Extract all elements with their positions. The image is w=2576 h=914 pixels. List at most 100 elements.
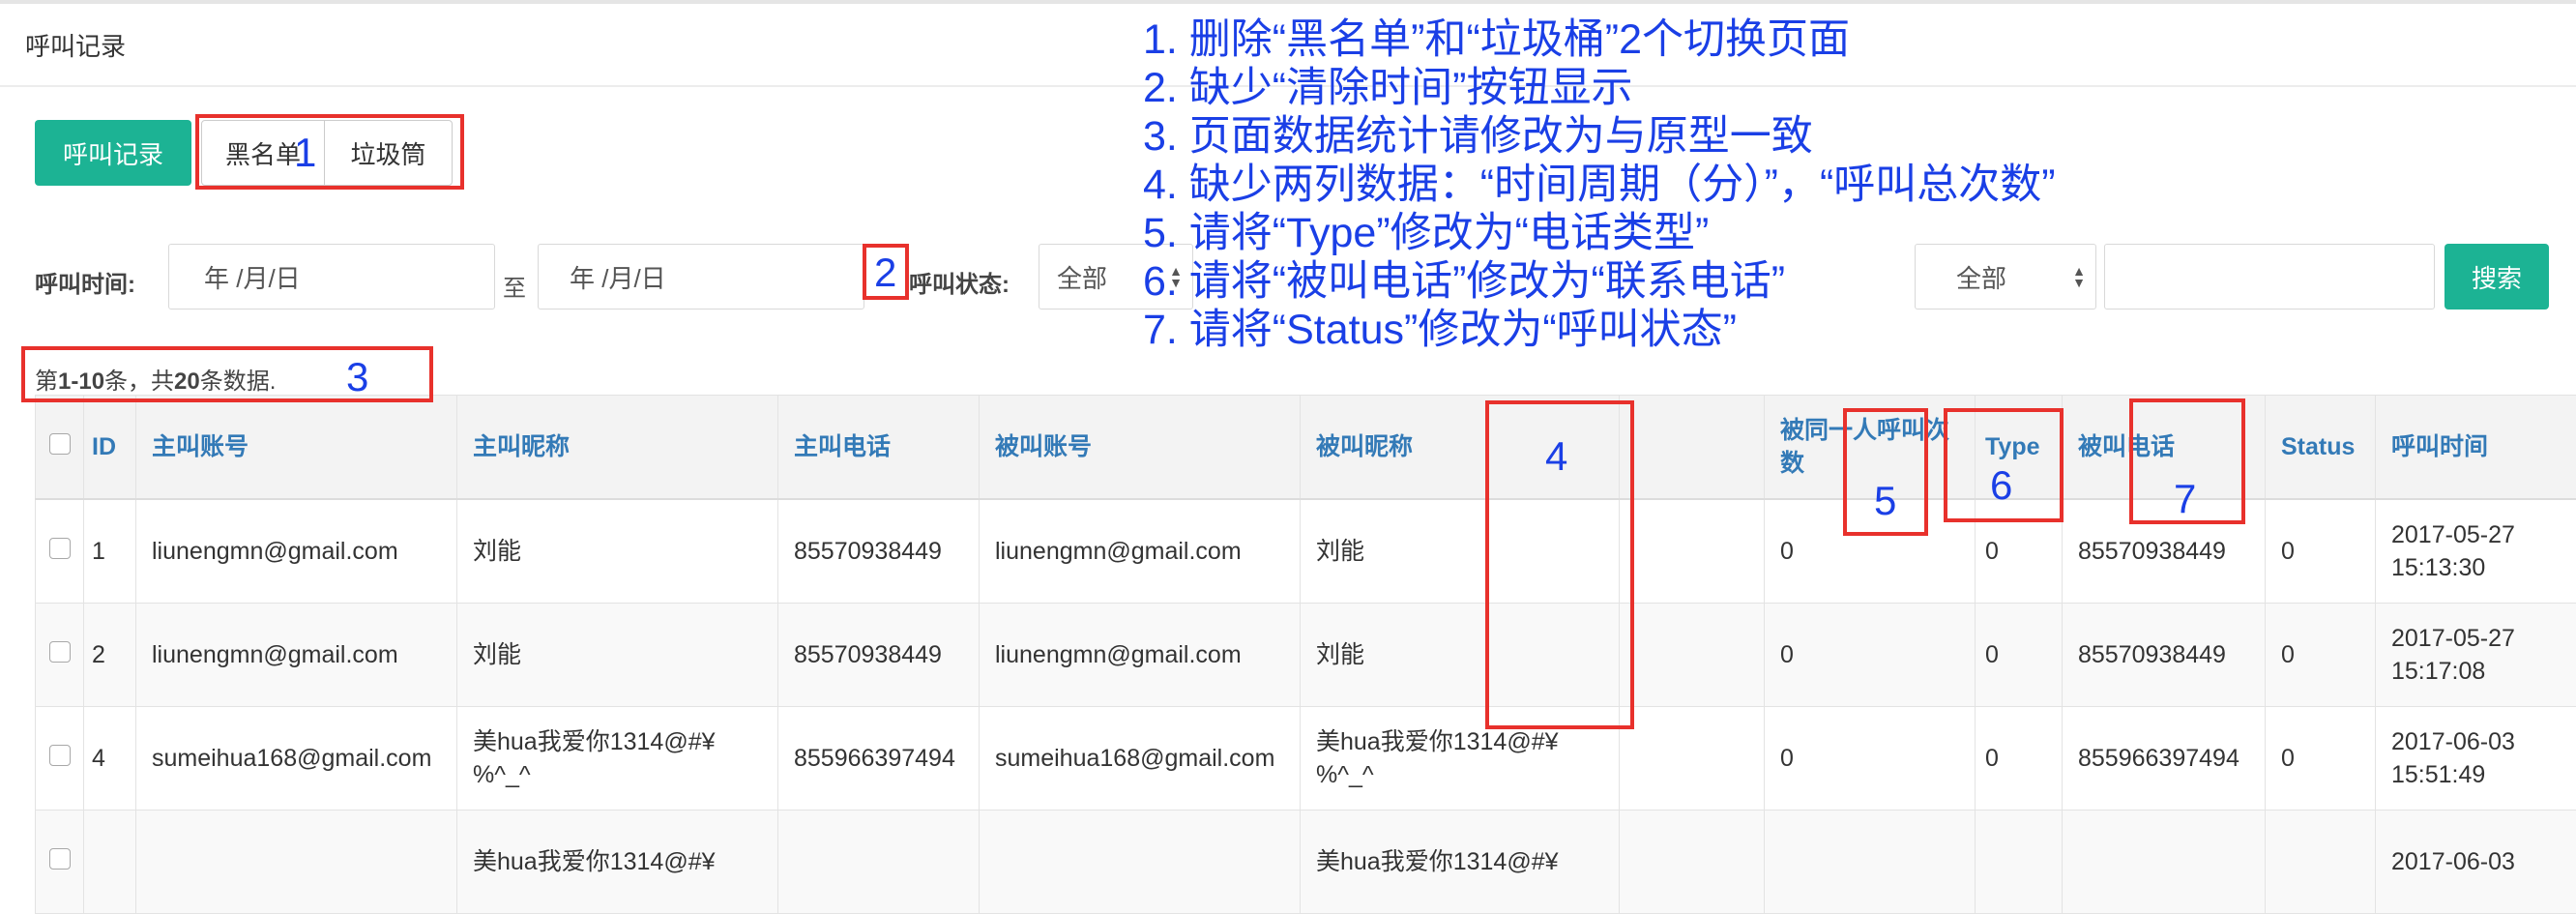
cell-callee-nickname: 刘能 bbox=[1301, 499, 1620, 604]
col-caller-nickname[interactable]: 主叫昵称 bbox=[457, 396, 778, 500]
select-all-checkbox-cell[interactable] bbox=[36, 396, 84, 500]
col-type[interactable]: Type bbox=[1976, 396, 2063, 500]
cell-callee-account: sumeihua168@gmail.com bbox=[980, 707, 1301, 811]
annotation-note: 5. 请将“Type”修改为“电话类型” bbox=[1143, 209, 2056, 257]
cell-callee-account: liunengmn@gmail.com bbox=[980, 499, 1301, 604]
page-title: 呼叫记录 bbox=[25, 27, 126, 63]
date-from-value: 年 /月/日 bbox=[204, 259, 301, 295]
col-blank bbox=[1620, 396, 1765, 500]
annotation-marker-2: 2 bbox=[874, 251, 896, 294]
annotation-marker-1: 1 bbox=[294, 132, 316, 174]
cell-callee-phone: 855966397494 bbox=[2063, 707, 2266, 811]
cell-callee-nickname: 美hua我爱你1314@#¥%^_^ bbox=[1301, 707, 1620, 811]
call-status-label: 呼叫状态: bbox=[909, 265, 1010, 299]
cell-callee-phone: 85570938449 bbox=[2063, 604, 2266, 707]
tab-group: 黑名单 垃圾筒 bbox=[201, 120, 453, 186]
cell-callee-phone bbox=[2063, 811, 2266, 914]
cell-call-time: 2017-06-0315:51:49 bbox=[2376, 707, 2576, 811]
call-clock: 15:51:49 bbox=[2391, 758, 2570, 791]
col-callee-account[interactable]: 被叫账号 bbox=[980, 396, 1301, 500]
annotation-marker-3: 3 bbox=[346, 356, 368, 398]
cell-same-person-count: 0 bbox=[1765, 604, 1976, 707]
search-button[interactable]: 搜索 bbox=[2444, 244, 2549, 310]
row-checkbox[interactable] bbox=[49, 538, 71, 559]
cell-blank bbox=[1620, 707, 1765, 811]
cell-blank bbox=[1620, 604, 1765, 707]
keyword-input[interactable] bbox=[2104, 244, 2435, 310]
cell-call-time: 2017-05-2715:13:30 bbox=[2376, 499, 2576, 604]
cell-caller-nickname: 刘能 bbox=[457, 499, 778, 604]
annotation-marker-6: 6 bbox=[1990, 464, 2012, 507]
cell-id: 2 bbox=[84, 604, 136, 707]
row-checkbox-cell[interactable] bbox=[36, 499, 84, 604]
cell-caller-phone: 85570938449 bbox=[778, 499, 980, 604]
status-select-value: 全部 bbox=[1057, 259, 1107, 295]
date-to-input[interactable]: 年 /月/日 bbox=[538, 244, 864, 310]
call-date: 2017-06-03 bbox=[2391, 725, 2570, 758]
annotation-marker-4: 4 bbox=[1545, 435, 1567, 478]
call-clock: 15:13:30 bbox=[2391, 551, 2570, 584]
cell-caller-phone: 85570938449 bbox=[778, 604, 980, 707]
cell-type: 0 bbox=[1976, 707, 2063, 811]
col-caller-account[interactable]: 主叫账号 bbox=[136, 396, 457, 500]
cell-caller-nickname: 美hua我爱你1314@#¥ bbox=[457, 811, 778, 914]
annotation-marker-7: 7 bbox=[2174, 478, 2196, 520]
tab-trash[interactable]: 垃圾筒 bbox=[325, 121, 452, 185]
cell-caller-account: liunengmn@gmail.com bbox=[136, 604, 457, 707]
cell-callee-nickname: 刘能 bbox=[1301, 604, 1620, 707]
cell-call-time: 2017-05-2715:17:08 bbox=[2376, 604, 2576, 707]
cell-status: 0 bbox=[2266, 707, 2376, 811]
to-label: 至 bbox=[503, 269, 526, 303]
col-callee-phone[interactable]: 被叫电话 bbox=[2063, 396, 2266, 500]
cell-callee-account: liunengmn@gmail.com bbox=[980, 604, 1301, 707]
col-status[interactable]: Status bbox=[2266, 396, 2376, 500]
annotation-note: 2. 缺少“清除时间”按钮显示 bbox=[1143, 64, 2056, 112]
table-row: 4sumeihua168@gmail.com美hua我爱你1314@#¥%^_^… bbox=[36, 707, 2576, 811]
cell-callee-phone: 85570938449 bbox=[2063, 499, 2266, 604]
cell-type: 0 bbox=[1976, 604, 2063, 707]
col-callee-nickname[interactable]: 被叫昵称 bbox=[1301, 396, 1620, 500]
cell-caller-account: liunengmn@gmail.com bbox=[136, 499, 457, 604]
date-from-input[interactable]: 年 /月/日 bbox=[168, 244, 495, 310]
row-checkbox-cell[interactable] bbox=[36, 811, 84, 914]
call-records-table: ID 主叫账号 主叫昵称 主叫电话 被叫账号 被叫昵称 被同一人呼叫次数 Typ… bbox=[35, 395, 2561, 914]
call-date: 2017-06-03 bbox=[2391, 845, 2570, 878]
top-border bbox=[0, 0, 2576, 4]
cell-same-person-count: 0 bbox=[1765, 499, 1976, 604]
col-call-time[interactable]: 呼叫时间 bbox=[2376, 396, 2576, 500]
col-same-person-count[interactable]: 被同一人呼叫次数 bbox=[1765, 396, 1976, 500]
cell-type: 0 bbox=[1976, 499, 2063, 604]
cell-id: 1 bbox=[84, 499, 136, 604]
annotation-note: 6. 请将“被叫电话”修改为“联系电话” bbox=[1143, 257, 2056, 306]
date-to-value: 年 /月/日 bbox=[570, 259, 666, 295]
row-checkbox-cell[interactable] bbox=[36, 707, 84, 811]
cell-caller-phone bbox=[778, 811, 980, 914]
cell-blank bbox=[1620, 811, 1765, 914]
cell-id bbox=[84, 811, 136, 914]
tab-call-records[interactable]: 呼叫记录 bbox=[35, 120, 191, 186]
annotation-note: 3. 页面数据统计请修改为与原型一致 bbox=[1143, 112, 2056, 161]
select-arrows-icon: ▲▼ bbox=[2072, 265, 2086, 288]
annotation-marker-5: 5 bbox=[1874, 480, 1896, 522]
annotation-note: 4. 缺少两列数据：“时间周期（分）”，“呼叫总次数” bbox=[1143, 161, 2056, 209]
select-all-checkbox[interactable] bbox=[49, 433, 71, 455]
record-summary: 第1-10条，共20条数据. bbox=[35, 362, 276, 396]
cell-caller-account bbox=[136, 811, 457, 914]
table-row: 2liunengmn@gmail.com刘能85570938449liuneng… bbox=[36, 604, 2576, 707]
annotation-note: 7. 请将“Status”修改为“呼叫状态” bbox=[1143, 306, 2056, 354]
col-id[interactable]: ID bbox=[84, 396, 136, 500]
cell-type bbox=[1976, 811, 2063, 914]
col-caller-phone[interactable]: 主叫电话 bbox=[778, 396, 980, 500]
cell-caller-phone: 855966397494 bbox=[778, 707, 980, 811]
row-checkbox-cell[interactable] bbox=[36, 604, 84, 707]
row-checkbox[interactable] bbox=[49, 745, 71, 766]
row-checkbox[interactable] bbox=[49, 848, 71, 870]
row-checkbox[interactable] bbox=[49, 641, 71, 663]
cell-caller-nickname: 美hua我爱你1314@#¥%^_^ bbox=[457, 707, 778, 811]
cell-caller-account: sumeihua168@gmail.com bbox=[136, 707, 457, 811]
cell-caller-nickname: 刘能 bbox=[457, 604, 778, 707]
table-row: 美hua我爱你1314@#¥美hua我爱你1314@#¥2017-06-03 bbox=[36, 811, 2576, 914]
call-time-label: 呼叫时间: bbox=[35, 265, 135, 299]
cell-id: 4 bbox=[84, 707, 136, 811]
call-date: 2017-05-27 bbox=[2391, 518, 2570, 551]
